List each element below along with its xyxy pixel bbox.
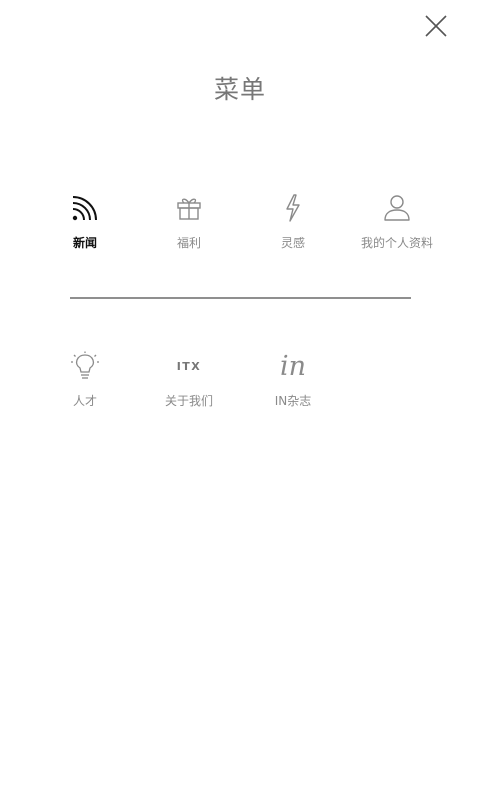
menu-item-label: 新闻: [72, 236, 97, 250]
menu-item-label: 我的个人资料: [360, 236, 433, 250]
divider: [70, 297, 411, 299]
menu-item-label: IN杂志: [274, 394, 312, 408]
in-logo-text: in: [279, 350, 307, 382]
itx-logo-text: ITX: [176, 359, 202, 373]
menu-item-talent[interactable]: 人才: [33, 346, 137, 426]
gift-icon: [169, 188, 209, 228]
menu-item-inspiration[interactable]: 灵感: [241, 188, 345, 268]
in-magazine-icon: in: [273, 346, 313, 386]
itx-logo-icon: ITX: [169, 346, 209, 386]
menu-item-label: 福利: [176, 236, 201, 250]
rss-feed-icon: [65, 188, 105, 228]
menu-item-news[interactable]: 新闻: [33, 188, 137, 268]
menu-item-benefits[interactable]: 福利: [137, 188, 241, 268]
menu-item-label: 关于我们: [164, 394, 213, 408]
menu-item-in-magazine[interactable]: in IN杂志: [241, 346, 345, 426]
close-button[interactable]: [414, 6, 458, 50]
menu-item-label: 灵感: [280, 236, 305, 250]
user-profile-icon: [377, 188, 417, 228]
lightbulb-icon: [65, 346, 105, 386]
menu-item-my-profile[interactable]: 我的个人资料: [345, 188, 449, 268]
menu-item-about-us[interactable]: ITX 关于我们: [137, 346, 241, 426]
menu-item-label: 人才: [72, 394, 97, 408]
lightning-icon: [273, 188, 313, 228]
page-title: 菜单: [213, 75, 266, 104]
close-icon: [424, 14, 448, 42]
